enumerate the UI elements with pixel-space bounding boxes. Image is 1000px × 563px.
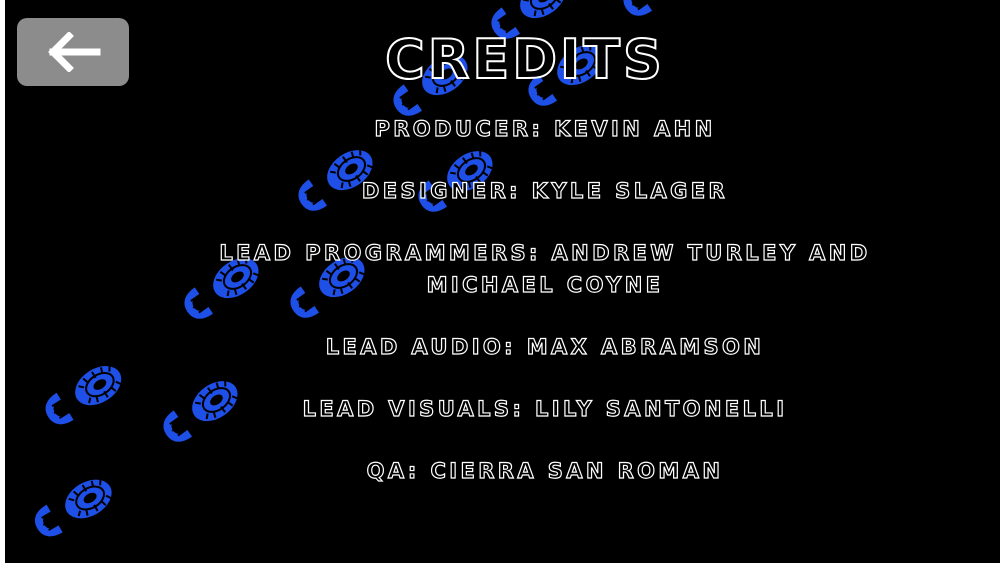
credits-screen: Credits Producer: Kevin Ahn Designer: Ky…	[5, 0, 1000, 563]
credit-lead-audio: Lead Audio: Max Abramson	[325, 334, 765, 359]
credit-lead-programmers-cont: Michael Coyne	[426, 272, 664, 297]
credit-producer: Producer: Kevin Ahn	[374, 116, 716, 141]
credit-lead-visuals: Lead Visuals: Lily Santonelli	[302, 396, 788, 421]
credit-designer: Designer: Kyle Slager	[361, 178, 729, 203]
page-title: Credits	[384, 27, 665, 92]
credit-lead-programmers: Lead Programmers: Andrew Turley and	[219, 240, 871, 265]
footprint	[620, 0, 705, 21]
credit-qa: QA: Cierra San Roman	[366, 458, 724, 483]
